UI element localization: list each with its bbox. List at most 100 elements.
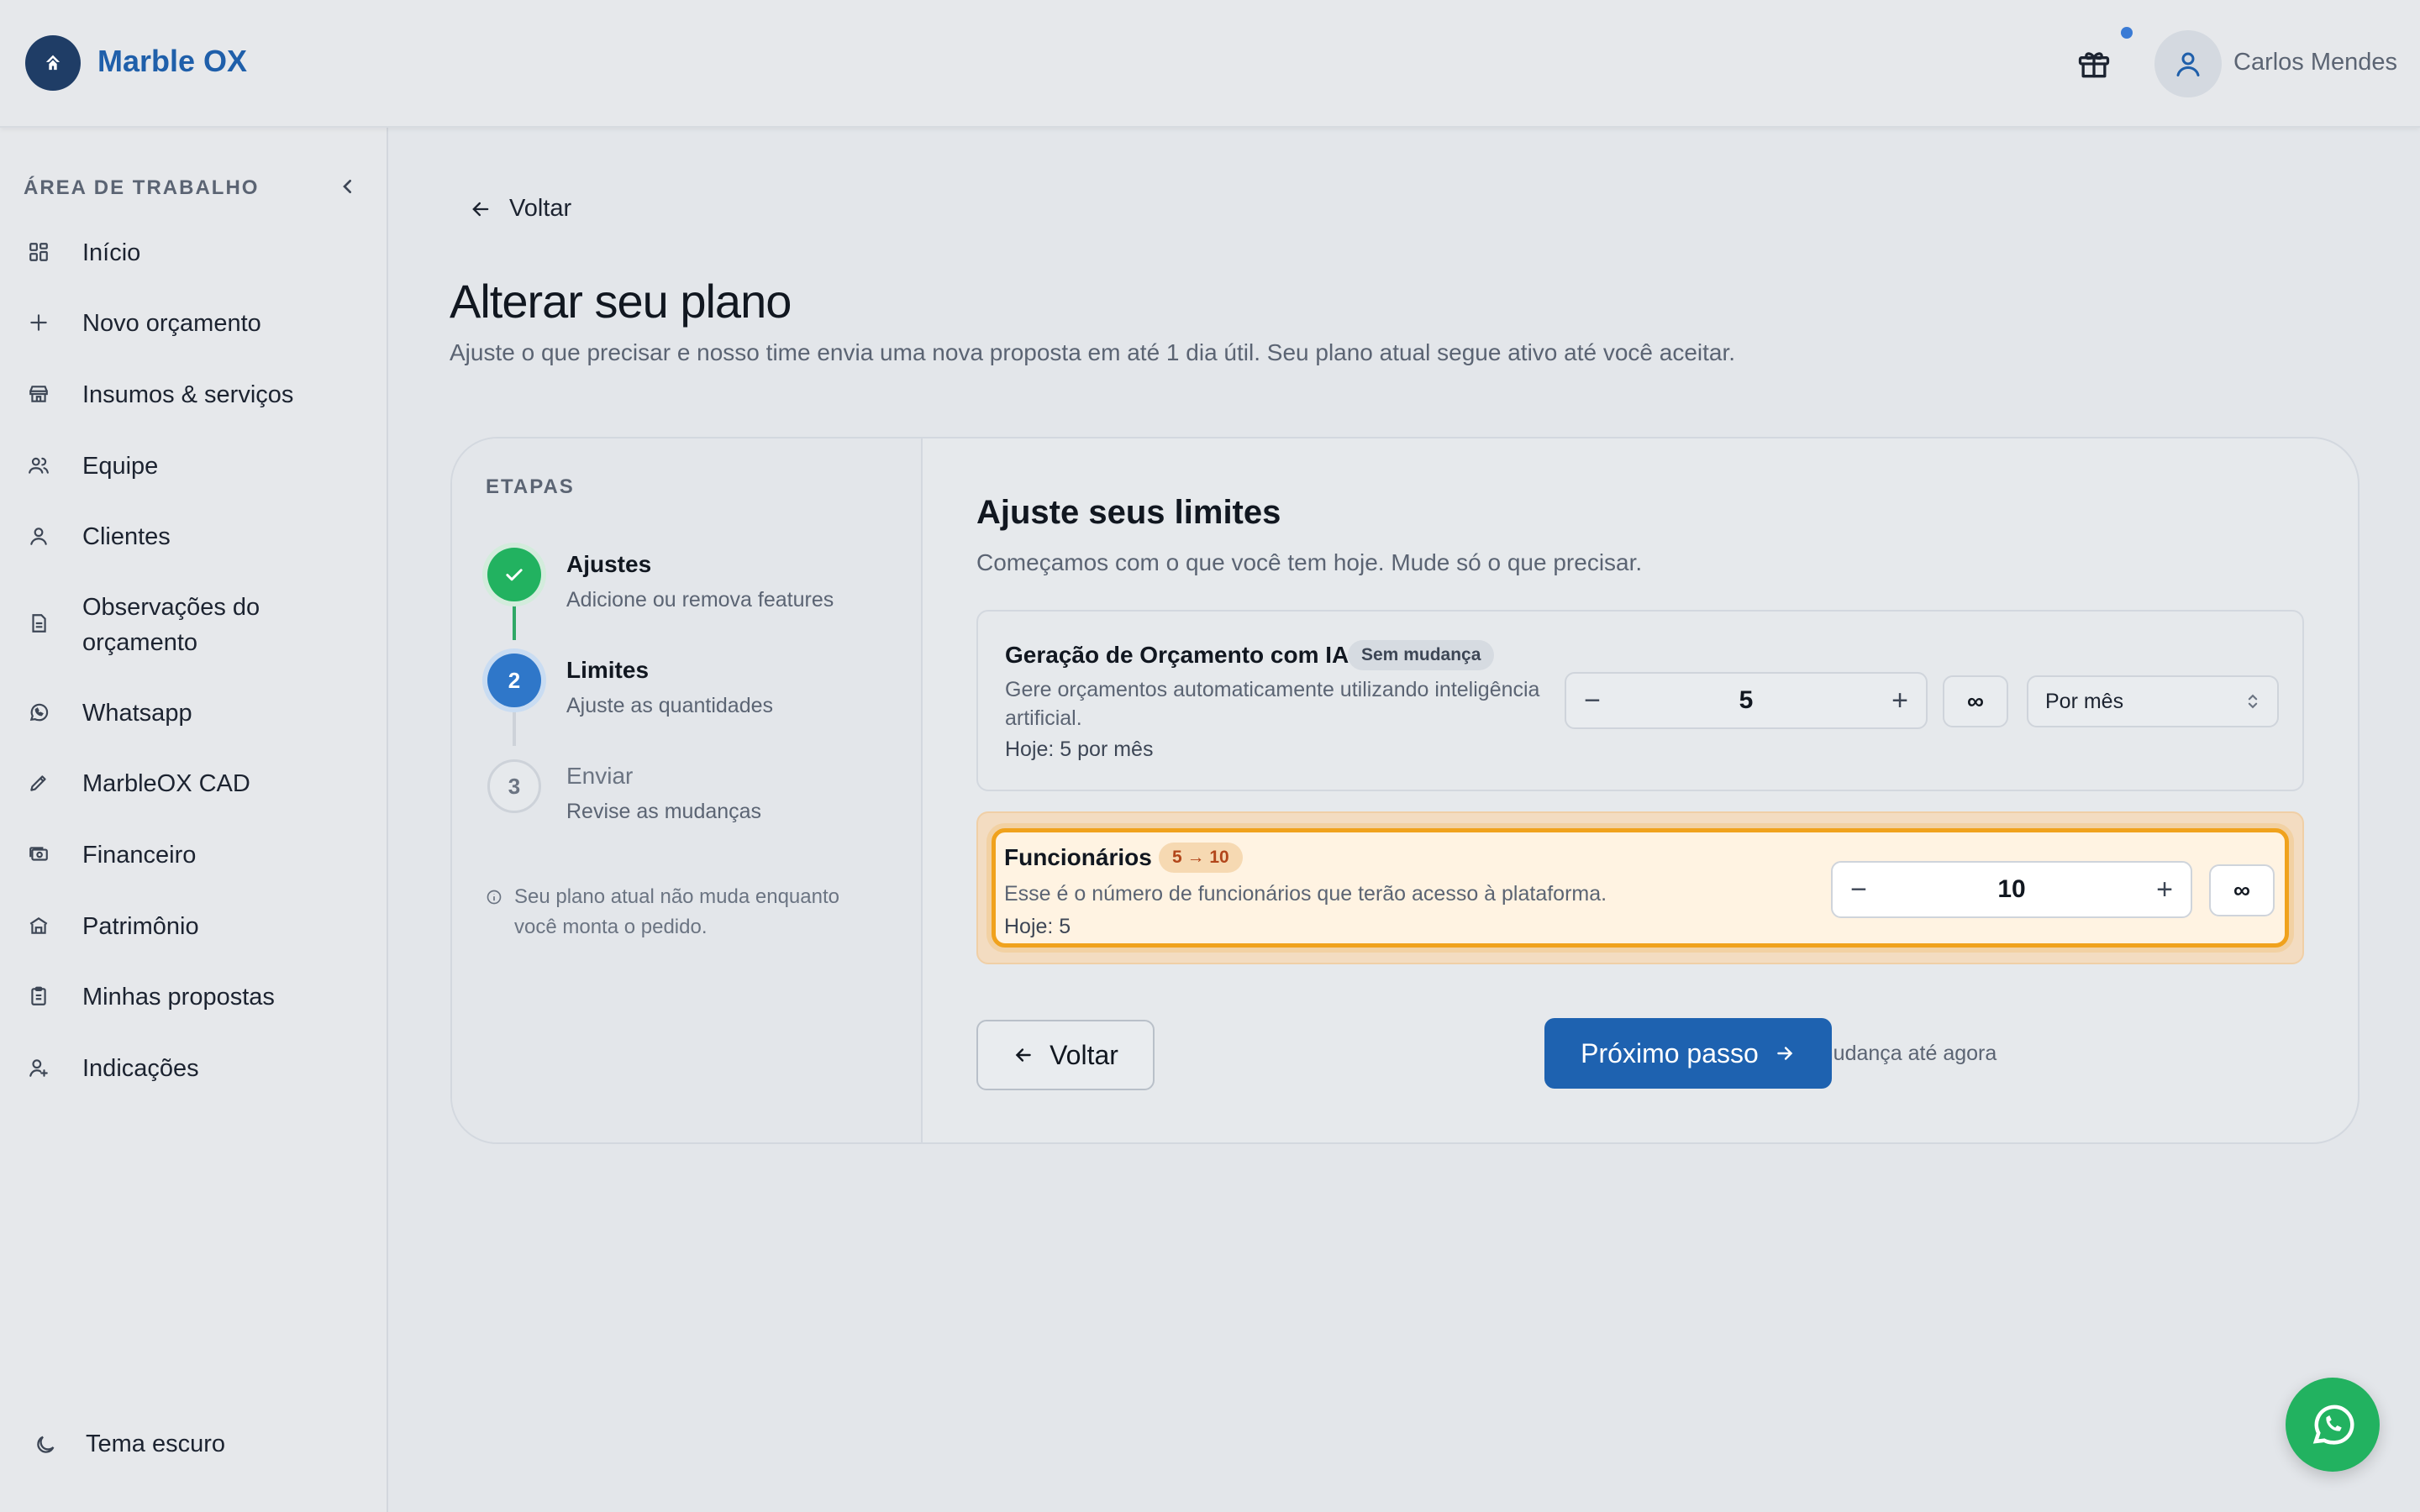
decrement-button[interactable]: − xyxy=(1566,674,1618,727)
back-button-label: Voltar xyxy=(1050,1039,1118,1070)
limit-description: Esse é o número de funcionários que terã… xyxy=(1004,882,1607,906)
sidebar-item-label: Observações do orçamento xyxy=(82,594,260,656)
step-3-name[interactable]: Enviar xyxy=(566,763,633,790)
sidebar-item-label: Novo orçamento xyxy=(82,310,261,337)
back-link-label: Voltar xyxy=(509,195,572,222)
top-bar: Marble OX Carlos Mendes xyxy=(0,0,2420,128)
whatsapp-chat-button[interactable] xyxy=(2286,1378,2380,1472)
step-1-desc: Adicione ou remova features xyxy=(566,588,834,612)
collapse-sidebar-icon[interactable] xyxy=(334,173,361,200)
back-link[interactable]: Voltar xyxy=(469,195,571,223)
period-select[interactable]: Por mês xyxy=(2027,675,2279,727)
moon-icon xyxy=(30,1430,60,1460)
page-subtitle: Ajuste o que precisar e nosso time envia… xyxy=(450,339,1736,365)
sidebar-item-novo-orcamento[interactable]: Novo orçamento xyxy=(24,306,376,341)
quantity-stepper: − 10 + xyxy=(1831,861,2192,918)
quantity-value[interactable]: 10 xyxy=(1885,875,2139,904)
sidebar-item-label: Minhas propostas xyxy=(82,984,275,1011)
sidebar-item-label: Financeiro xyxy=(82,842,197,869)
step-2-number[interactable]: 2 xyxy=(487,654,541,707)
page-title: Alterar seu plano xyxy=(450,275,792,328)
decrement-button[interactable]: − xyxy=(1833,863,1885,916)
step-1-name[interactable]: Ajustes xyxy=(566,551,651,578)
limit-name: Funcionários xyxy=(1004,844,1152,870)
unlimited-button[interactable]: ∞ xyxy=(2209,864,2275,916)
sidebar-item-financeiro[interactable]: Financeiro xyxy=(24,837,376,873)
user-icon xyxy=(24,521,54,551)
step-2-desc: Ajuste as quantidades xyxy=(566,694,774,717)
arrow-right-icon xyxy=(1777,1047,1793,1060)
users-icon xyxy=(24,450,54,480)
limit-current-value: Hoje: 5 xyxy=(1004,915,1071,938)
plan-wizard-card: ETAPAS Ajustes Adicione ou remova featur… xyxy=(450,437,2360,1144)
sidebar-item-equipe[interactable]: Equipe xyxy=(24,449,376,484)
sidebar-item-label: Patrimônio xyxy=(82,913,199,940)
whatsapp-icon xyxy=(2312,1404,2354,1445)
user-avatar[interactable] xyxy=(2154,30,2222,97)
next-step-label: Próximo passo xyxy=(1581,1037,1759,1068)
logo-icon[interactable] xyxy=(25,35,81,91)
money-icon xyxy=(24,839,54,869)
sidebar-item-label: Início xyxy=(82,239,141,266)
limits-subtitle: Começamos com o que você tem hoje. Mude … xyxy=(976,549,1643,575)
dark-theme-toggle[interactable]: Tema escuro xyxy=(30,1426,225,1462)
sidebar-item-whatsapp[interactable]: Whatsapp xyxy=(24,696,376,731)
sidebar-item-label: MarbleOX CAD xyxy=(82,770,250,797)
increment-button[interactable]: + xyxy=(1874,674,1926,727)
sidebar: ÁREA DE TRABALHO Início Novo orçamento I… xyxy=(0,128,388,1512)
sidebar-item-patrimonio[interactable]: Patrimônio xyxy=(24,909,376,944)
limit-row-ai-quotes: Geração de Orçamento com IA Sem mudança … xyxy=(976,610,2304,791)
chevron-updown-icon xyxy=(2248,694,2258,709)
step-3-number[interactable]: 3 xyxy=(487,759,541,813)
increment-button[interactable]: + xyxy=(2139,863,2191,916)
grid-icon xyxy=(24,237,54,267)
changed-row-highlight: Funcionários 5 → 10 Esse é o número de f… xyxy=(992,828,2289,948)
limits-title: Ajuste seus limites xyxy=(976,494,1281,531)
limit-current-value: Hoje: 5 por mês xyxy=(1005,738,1154,761)
quantity-stepper: − 5 + xyxy=(1565,672,1928,729)
plan-note: Seu plano atual não muda enquanto você m… xyxy=(486,882,881,942)
sidebar-item-label: Clientes xyxy=(82,523,171,550)
sidebar-item-observacoes[interactable]: Observações do orçamento xyxy=(24,590,376,660)
steps-panel: ETAPAS Ajustes Adicione ou remova featur… xyxy=(452,438,923,1142)
sidebar-item-label: Indicações xyxy=(82,1055,199,1082)
document-icon xyxy=(24,608,54,638)
plus-icon xyxy=(24,307,54,338)
sidebar-item-marbleox-cad[interactable]: MarbleOX CAD xyxy=(24,766,376,801)
notification-dot xyxy=(2121,27,2133,39)
arrow-left-icon xyxy=(1015,1048,1031,1062)
sidebar-item-clientes[interactable]: Clientes xyxy=(24,519,376,554)
workspace-title: ÁREA DE TRABALHO xyxy=(24,176,260,199)
step-1-check-icon[interactable] xyxy=(487,548,541,601)
change-badge: 5 → 10 xyxy=(1159,843,1243,873)
sidebar-item-label: Insumos & serviços xyxy=(82,381,294,408)
sidebar-item-inicio[interactable]: Início xyxy=(24,235,376,270)
next-step-button[interactable]: Próximo passo xyxy=(1544,1018,1832,1089)
sidebar-item-minhas-propostas[interactable]: Minhas propostas xyxy=(24,979,376,1015)
steps-title: ETAPAS xyxy=(486,475,575,498)
status-badge: Sem mudança xyxy=(1348,640,1495,670)
period-select-value: Por mês xyxy=(2045,689,2124,713)
whatsapp-icon xyxy=(24,697,54,727)
building-icon xyxy=(24,911,54,941)
arrow-left-icon xyxy=(472,202,489,216)
user-plus-icon xyxy=(24,1053,54,1083)
sidebar-item-insumos[interactable]: Insumos & serviços xyxy=(24,377,376,412)
info-icon xyxy=(487,890,502,905)
sidebar-item-indicacoes[interactable]: Indicações xyxy=(24,1051,376,1086)
sidebar-item-label: Whatsapp xyxy=(82,700,192,727)
limit-row-employees: Funcionários 5 → 10 Esse é o número de f… xyxy=(976,811,2304,964)
sidebar-item-label: Equipe xyxy=(82,453,159,480)
clipboard-icon xyxy=(24,981,54,1011)
unlimited-button[interactable]: ∞ xyxy=(1943,675,2008,727)
theme-label: Tema escuro xyxy=(86,1431,226,1457)
limit-description: Gere orçamentos automaticamente utilizan… xyxy=(1005,678,1540,730)
user-name[interactable]: Carlos Mendes xyxy=(2233,49,2397,76)
pencil-icon xyxy=(24,768,54,798)
gift-icon[interactable] xyxy=(2075,45,2112,82)
step-3-desc: Revise as mudanças xyxy=(566,800,762,823)
step-2-name[interactable]: Limites xyxy=(566,657,649,684)
back-button[interactable]: Voltar xyxy=(976,1020,1155,1090)
quantity-value[interactable]: 5 xyxy=(1618,686,1874,715)
brand-name[interactable]: Marble OX xyxy=(97,44,247,79)
